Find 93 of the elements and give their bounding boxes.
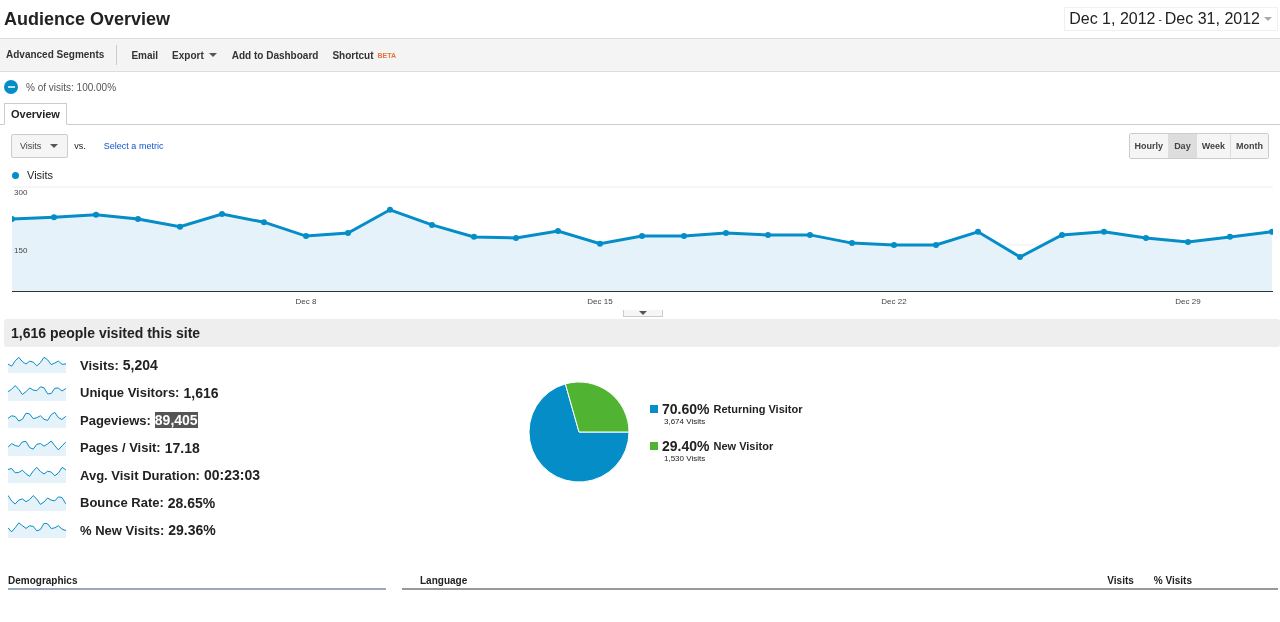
sparkline-icon: [8, 439, 66, 456]
legend-visits: 3,674 Visits: [664, 417, 707, 426]
metric-value: 5,204: [122, 357, 158, 373]
data-point: [1101, 228, 1107, 235]
metric-value: 29.36%: [168, 522, 216, 538]
legend-dot: [12, 171, 19, 179]
data-point: [177, 223, 183, 230]
section-heading: Language: [419, 575, 468, 586]
metric-label: Unique Visitors:: [80, 385, 180, 400]
toolbar-link[interactable]: Shortcut $^{BETA}$: [332, 49, 397, 61]
data-point: [261, 219, 267, 226]
section-heading: Demographics: [8, 575, 78, 586]
axis-label: Dec 22: [881, 297, 907, 306]
period-button[interactable]: Day: [1168, 134, 1196, 158]
caret-icon: [49, 143, 60, 149]
metric-value: 00:23:03: [203, 467, 260, 483]
sparkline-icon: [8, 522, 66, 538]
data-point: [1269, 228, 1273, 235]
segment-icon: [4, 80, 18, 94]
column-header: Visits: [1107, 575, 1134, 586]
data-point: [387, 206, 393, 213]
sparkline-icon: [8, 384, 66, 401]
segment-label: % of visits: 100.00%: [26, 81, 117, 93]
period-button[interactable]: Month: [1230, 134, 1268, 158]
toolbar-link[interactable]: Advanced Segments: [6, 45, 118, 65]
sparkline-icon: [8, 357, 66, 373]
legend-percent: 29.40%: [662, 438, 710, 454]
data-point: [1185, 238, 1191, 245]
data-point: [51, 214, 57, 221]
data-point: [1227, 233, 1233, 240]
legend-percent: 70.60%: [662, 401, 710, 417]
data-point: [513, 235, 519, 242]
data-point: [849, 240, 855, 247]
page-title: Audience Overview: [4, 8, 171, 30]
toolbar-link[interactable]: Email: [131, 49, 159, 61]
data-point: [345, 230, 351, 236]
data-point: [975, 228, 981, 235]
axis-label: Dec 29: [1175, 297, 1201, 306]
metric-value: 89,405: [154, 412, 198, 428]
metric-dropdown[interactable]: Visits: [11, 134, 69, 158]
data-point: [891, 242, 897, 248]
data-point: [807, 231, 813, 238]
data-point: [471, 233, 477, 240]
data-point: [1017, 254, 1023, 260]
metric-label: Bounce Rate:: [80, 495, 164, 510]
data-point: [1059, 231, 1065, 238]
axis-label: Dec 15: [587, 297, 613, 306]
sparkline-icon: [8, 467, 66, 483]
legend-label: Visits: [27, 169, 54, 181]
metric-label: Pages / Visit:: [80, 440, 161, 455]
data-point: [555, 228, 561, 235]
legend-visits: 1,530 Visits: [664, 454, 707, 463]
data-point: [597, 240, 603, 247]
data-point: [429, 221, 435, 228]
caret-icon: [207, 52, 218, 58]
data-point: [93, 211, 99, 218]
data-point: [933, 242, 939, 248]
metric-label: Pageviews:: [80, 412, 151, 428]
data-point: [219, 211, 225, 218]
data-point: [12, 216, 15, 223]
toolbar-link[interactable]: Export: [172, 49, 218, 61]
legend-label: Returning Visitor: [713, 403, 803, 415]
legend-label: New Visitor: [713, 440, 774, 452]
toolbar-link[interactable]: Add to Dashboard: [231, 49, 319, 61]
data-point: [765, 231, 771, 238]
date-range-picker[interactable]: Dec 1, 2012 - Dec 31, 2012: [1064, 7, 1278, 31]
metric-label: % New Visits:: [80, 522, 165, 538]
metric-value: 17.18: [164, 439, 200, 456]
data-point: [135, 216, 141, 223]
sparkline-icon: [8, 494, 66, 511]
axis-label: 150: [14, 246, 28, 255]
metric-value: 28.65%: [167, 494, 216, 511]
data-point: [681, 233, 687, 240]
caret-icon: [638, 310, 648, 316]
metric-label: Avg. Visit Duration:: [80, 467, 200, 483]
metric-label: Visits:: [80, 357, 119, 373]
data-point: [723, 230, 729, 236]
tab[interactable]: Overview: [4, 103, 67, 125]
column-header: % Visits: [1153, 575, 1192, 586]
period-button[interactable]: Hourly: [1129, 134, 1169, 158]
period-button[interactable]: Week: [1195, 134, 1230, 158]
data-point: [303, 233, 309, 240]
sparkline-icon: [8, 412, 66, 428]
metric-value: 1,616: [183, 384, 219, 401]
axis-label: Dec 8: [295, 297, 317, 306]
data-point: [1143, 235, 1149, 242]
select-metric-link[interactable]: Select a metric: [103, 141, 164, 151]
axis-label: 300: [14, 188, 28, 197]
vs-label: vs.: [74, 141, 86, 151]
chart-resize-handle[interactable]: [623, 310, 663, 317]
caret-icon: [1263, 16, 1273, 22]
data-point: [639, 233, 645, 240]
summary-header: 1,616 people visited this site: [4, 319, 1280, 347]
